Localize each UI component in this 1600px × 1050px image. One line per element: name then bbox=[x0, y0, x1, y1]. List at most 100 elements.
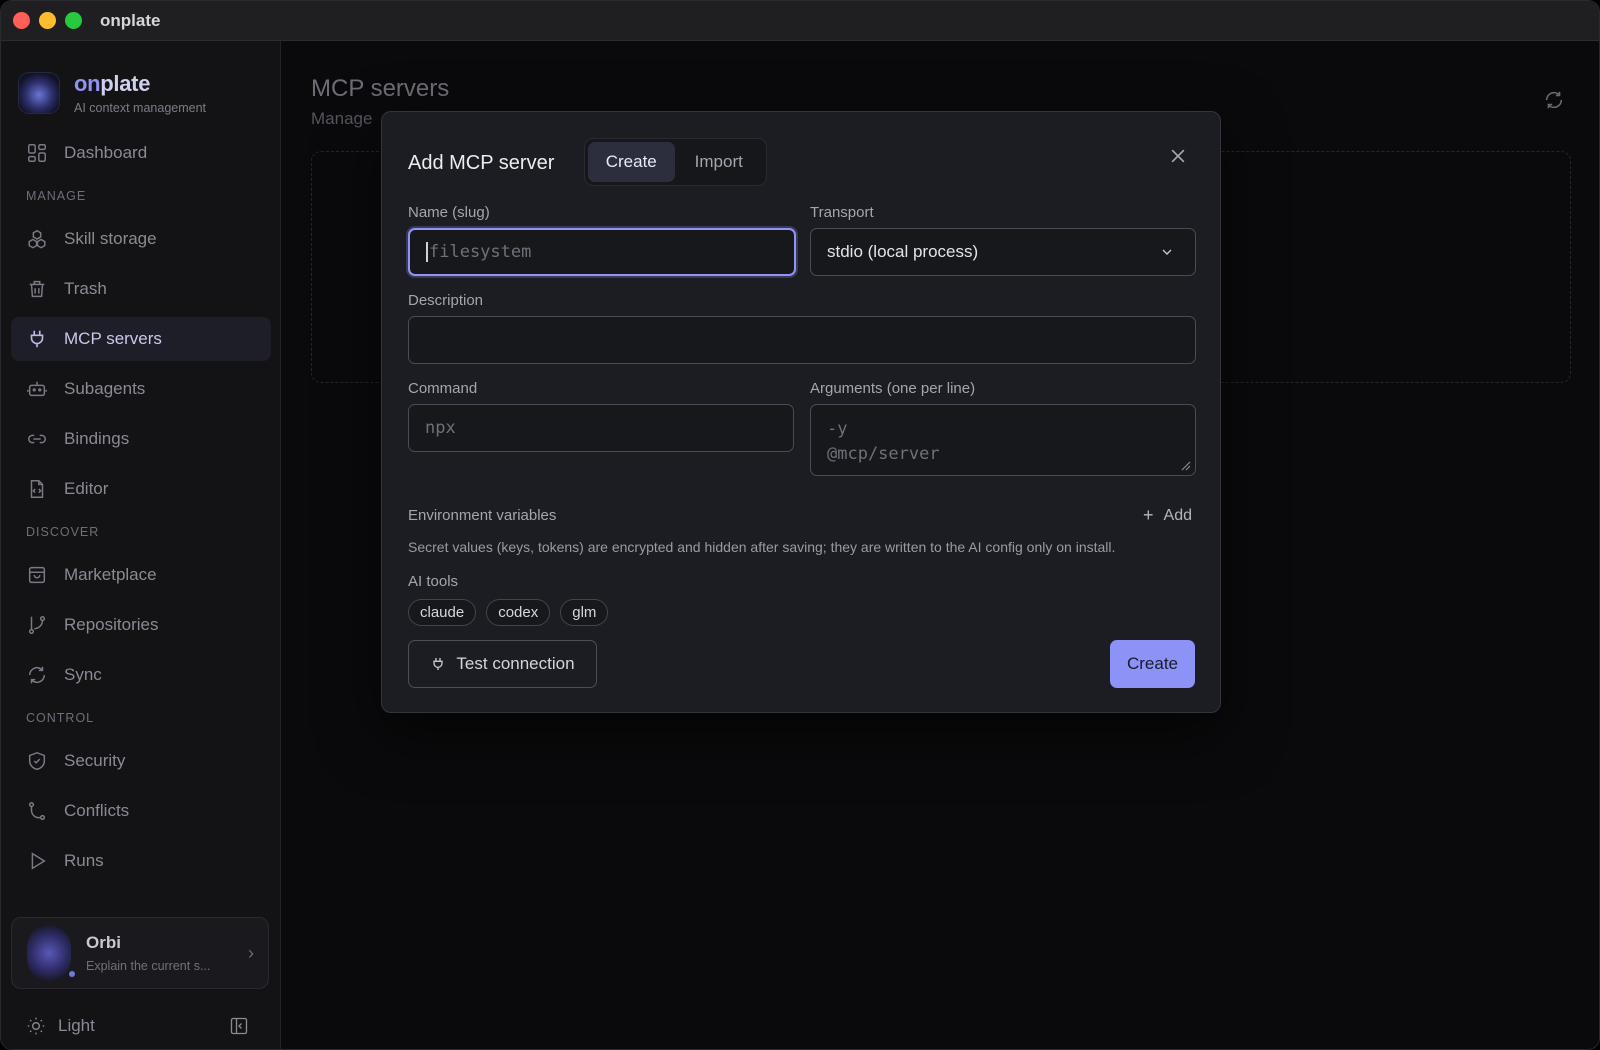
brand-subtitle: AI context management bbox=[74, 101, 207, 115]
command-placeholder: npx bbox=[425, 418, 456, 438]
sidebar-item-label: Subagents bbox=[64, 379, 146, 398]
command-input[interactable]: npx bbox=[408, 404, 794, 452]
sidebar-item-editor[interactable]: Editor bbox=[11, 467, 271, 511]
link-icon bbox=[28, 434, 46, 444]
sidebar-item-label: Conflicts bbox=[64, 801, 130, 820]
sidebar-item-runs[interactable]: Runs bbox=[11, 839, 271, 883]
window-title: onplate bbox=[100, 10, 161, 30]
command-label: Command bbox=[408, 380, 478, 397]
arguments-placeholder-line: -y bbox=[827, 419, 848, 439]
assistant-card[interactable]: Orbi Explain the current s... › bbox=[11, 917, 269, 989]
chevron-right-icon: › bbox=[248, 942, 254, 963]
sidebar-item-label: Repositories bbox=[64, 615, 159, 634]
plug-icon bbox=[433, 658, 444, 670]
transport-value: stdio (local process) bbox=[827, 242, 979, 261]
ai-tool-chip-claude[interactable]: claude bbox=[408, 599, 477, 626]
transport-select[interactable]: stdio (local process) bbox=[810, 228, 1196, 276]
merge-icon bbox=[28, 802, 46, 820]
cubes-icon bbox=[28, 229, 46, 249]
refresh-icon[interactable] bbox=[1543, 89, 1565, 111]
sidebar-item-label: Runs bbox=[64, 851, 104, 870]
sidebar-collapse-icon[interactable] bbox=[229, 1016, 249, 1036]
title-bar: onplate bbox=[1, 1, 1599, 41]
env-vars-note: Secret values (keys, tokens) are encrypt… bbox=[408, 539, 1116, 555]
assistant-preview: Explain the current s... bbox=[86, 959, 211, 973]
window-controls bbox=[13, 12, 82, 29]
branch-icon bbox=[28, 616, 46, 634]
plug-icon bbox=[30, 330, 44, 348]
app-window: onplate onplate AI context management Da… bbox=[0, 0, 1600, 1050]
brand: onplate AI context management bbox=[19, 71, 206, 115]
create-button[interactable]: Create bbox=[1110, 640, 1195, 688]
sidebar-item-mcp-servers[interactable]: MCP servers bbox=[11, 317, 271, 361]
theme-toggle-row: Light bbox=[1, 1006, 281, 1046]
sidebar-item-security[interactable]: Security bbox=[11, 739, 271, 783]
add-env-var-button[interactable]: + Add bbox=[1143, 505, 1192, 526]
grid-icon bbox=[28, 144, 46, 162]
sidebar-nav: Dashboard MANAGE Skill storage Trash MCP… bbox=[11, 131, 271, 889]
tab-create[interactable]: Create bbox=[588, 142, 675, 182]
add-mcp-server-dialog: Add MCP server Create Import Name (slug)… bbox=[381, 111, 1221, 713]
robot-icon bbox=[27, 381, 47, 397]
brand-name: onplate bbox=[74, 71, 151, 96]
description-label: Description bbox=[408, 292, 484, 309]
brand-logo bbox=[19, 73, 59, 113]
plus-icon: + bbox=[1143, 505, 1154, 525]
page-title: MCP servers bbox=[311, 75, 450, 102]
sidebar-item-label: MCP servers bbox=[64, 329, 162, 348]
section-manage: MANAGE bbox=[26, 189, 87, 203]
close-icon[interactable] bbox=[1168, 146, 1188, 166]
sidebar-item-conflicts[interactable]: Conflicts bbox=[11, 789, 271, 833]
status-dot bbox=[69, 971, 75, 977]
sidebar-item-marketplace[interactable]: Marketplace bbox=[11, 553, 271, 597]
theme-toggle[interactable]: Light bbox=[58, 1016, 229, 1036]
avatar bbox=[27, 925, 75, 981]
mode-tabs: Create Import bbox=[584, 138, 767, 186]
description-input[interactable] bbox=[408, 316, 1196, 364]
dialog-title: Add MCP server bbox=[408, 152, 555, 174]
env-vars-label: Environment variables bbox=[408, 507, 557, 524]
sidebar-item-sync[interactable]: Sync bbox=[11, 653, 271, 697]
text-caret bbox=[426, 242, 428, 262]
sidebar-item-label: Dashboard bbox=[64, 143, 148, 162]
section-discover: DISCOVER bbox=[26, 525, 100, 539]
sidebar-item-label: Trash bbox=[64, 279, 107, 298]
arguments-label: Arguments (one per line) bbox=[810, 380, 976, 397]
trash-icon bbox=[29, 280, 45, 298]
sidebar-item-label: Security bbox=[64, 751, 126, 770]
transport-label: Transport bbox=[810, 204, 874, 221]
section-control: CONTROL bbox=[26, 711, 95, 725]
chevron-down-icon bbox=[1162, 249, 1172, 255]
name-label: Name (slug) bbox=[408, 204, 490, 221]
ai-tools-label: AI tools bbox=[408, 573, 459, 590]
resize-handle-icon[interactable] bbox=[1179, 459, 1191, 471]
code-file-icon bbox=[30, 480, 44, 498]
sidebar-item-subagents[interactable]: Subagents bbox=[11, 367, 271, 411]
window-close-button[interactable] bbox=[13, 12, 30, 29]
assistant-name: Orbi bbox=[86, 933, 121, 952]
test-connection-button[interactable]: Test connection bbox=[408, 640, 597, 688]
sidebar-item-dashboard[interactable]: Dashboard bbox=[11, 131, 271, 175]
sidebar-item-trash[interactable]: Trash bbox=[11, 267, 271, 311]
page-subtitle: Manage bbox=[311, 109, 373, 128]
sync-icon bbox=[28, 666, 46, 684]
sidebar: onplate AI context management Dashboard … bbox=[1, 41, 281, 1049]
arguments-textarea[interactable]: -y @mcp/server bbox=[810, 404, 1196, 476]
window-maximize-button[interactable] bbox=[65, 12, 82, 29]
sidebar-item-label: Skill storage bbox=[64, 229, 157, 248]
bag-icon bbox=[28, 566, 46, 584]
sidebar-item-bindings[interactable]: Bindings bbox=[11, 417, 271, 461]
sidebar-item-label: Bindings bbox=[64, 429, 130, 448]
sidebar-item-repositories[interactable]: Repositories bbox=[11, 603, 271, 647]
tab-import[interactable]: Import bbox=[675, 142, 763, 182]
ai-tool-chip-codex[interactable]: codex bbox=[486, 599, 551, 626]
sidebar-item-label: Sync bbox=[64, 665, 102, 684]
ai-tool-chip-glm[interactable]: glm bbox=[560, 599, 609, 626]
name-placeholder: filesystem bbox=[429, 242, 532, 262]
play-icon bbox=[31, 852, 46, 870]
ai-tools-chips: claude codex glm bbox=[408, 599, 609, 626]
window-minimize-button[interactable] bbox=[39, 12, 56, 29]
sun-icon[interactable] bbox=[26, 1016, 46, 1036]
name-input[interactable]: filesystem bbox=[408, 228, 796, 276]
sidebar-item-skill-storage[interactable]: Skill storage bbox=[11, 217, 271, 261]
